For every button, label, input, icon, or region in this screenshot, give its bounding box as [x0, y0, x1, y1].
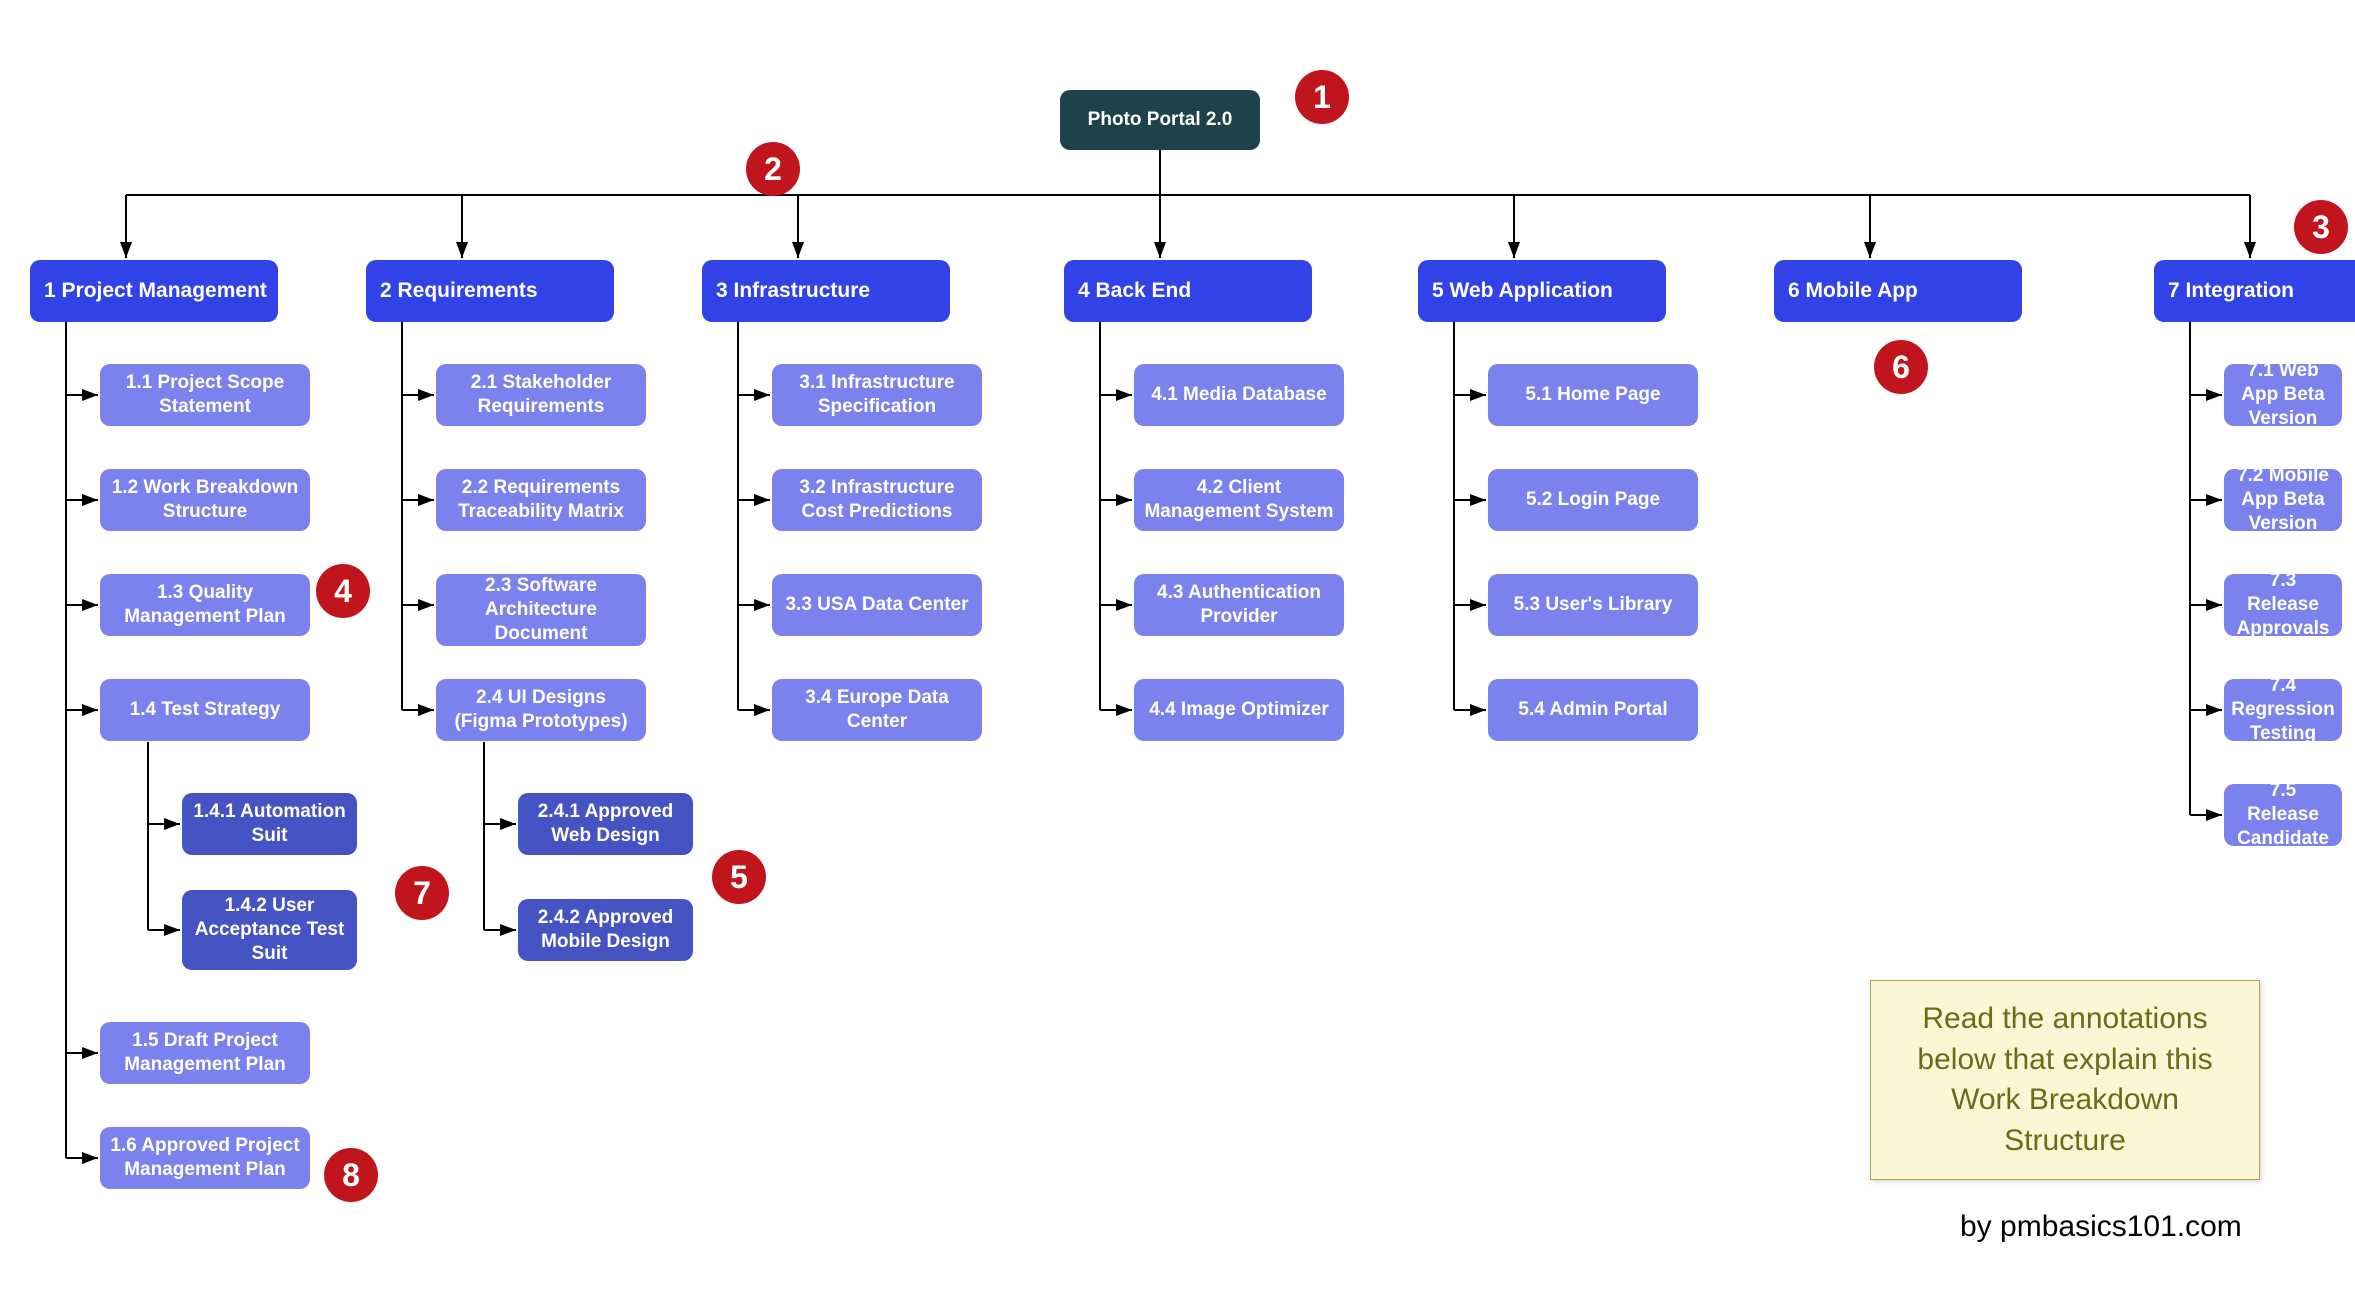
wbs-node-7-3: 7.3 Release Approvals — [2224, 574, 2342, 636]
wbs-node-1-3: 1.3 Quality Management Plan — [100, 574, 310, 636]
annotation-badge-7: 7 — [395, 866, 449, 920]
wbs-root: Photo Portal 2.0 — [1060, 90, 1260, 150]
wbs-node-2-2: 2.2 Requirements Traceability Matrix — [436, 469, 646, 531]
wbs-node-3-1: 3.1 Infrastructure Specification — [772, 364, 982, 426]
annotation-badge-1: 1 — [1295, 70, 1349, 124]
wbs-node-1-4-1: 1.4.1 Automation Suit — [182, 793, 357, 855]
annotation-badge-5: 5 — [712, 850, 766, 904]
wbs-node-5-2: 5.2 Login Page — [1488, 469, 1698, 531]
wbs-cat-3: 3 Infrastructure — [702, 260, 950, 322]
wbs-node-2-1: 2.1 Stakeholder Requirements — [436, 364, 646, 426]
wbs-node-3-3: 3.3 USA Data Center — [772, 574, 982, 636]
wbs-node-2-4-2: 2.4.2 Approved Mobile Design — [518, 899, 693, 961]
wbs-node-1-1: 1.1 Project Scope Statement — [100, 364, 310, 426]
wbs-node-4-4: 4.4 Image Optimizer — [1134, 679, 1344, 741]
annotation-badge-3: 3 — [2294, 200, 2348, 254]
wbs-node-1-5: 1.5 Draft Project Management Plan — [100, 1022, 310, 1084]
wbs-node-3-2: 3.2 Infrastructure Cost Predictions — [772, 469, 982, 531]
wbs-node-4-1: 4.1 Media Database — [1134, 364, 1344, 426]
wbs-cat-5: 5 Web Application — [1418, 260, 1666, 322]
wbs-node-4-3: 4.3 Authentication Provider — [1134, 574, 1344, 636]
annotation-note: Read the annotations below that explain … — [1870, 980, 2260, 1180]
wbs-node-5-4: 5.4 Admin Portal — [1488, 679, 1698, 741]
annotation-badge-2: 2 — [746, 142, 800, 196]
annotation-badge-8: 8 — [324, 1148, 378, 1202]
wbs-cat-1: 1 Project Management — [30, 260, 278, 322]
credit-text: by pmbasics101.com — [1960, 1210, 2242, 1244]
wbs-node-5-3: 5.3 User's Library — [1488, 574, 1698, 636]
wbs-cat-6: 6 Mobile App — [1774, 260, 2022, 322]
wbs-node-3-4: 3.4 Europe Data Center — [772, 679, 982, 741]
wbs-node-5-1: 5.1 Home Page — [1488, 364, 1698, 426]
wbs-node-7-1: 7.1 Web App Beta Version — [2224, 364, 2342, 426]
wbs-node-2-3: 2.3 Software Architecture Document — [436, 574, 646, 646]
wbs-node-1-4-2: 1.4.2 User Acceptance Test Suit — [182, 890, 357, 970]
wbs-cat-7: 7 Integration — [2154, 260, 2355, 322]
wbs-cat-2: 2 Requirements — [366, 260, 614, 322]
annotation-badge-4: 4 — [316, 564, 370, 618]
wbs-node-2-4: 2.4 UI Designs (Figma Prototypes) — [436, 679, 646, 741]
wbs-node-7-5: 7.5 Release Candidate — [2224, 784, 2342, 846]
wbs-node-1-4: 1.4 Test Strategy — [100, 679, 310, 741]
wbs-node-2-4-1: 2.4.1 Approved Web Design — [518, 793, 693, 855]
wbs-node-1-6: 1.6 Approved Project Management Plan — [100, 1127, 310, 1189]
wbs-node-4-2: 4.2 Client Management System — [1134, 469, 1344, 531]
wbs-node-7-4: 7.4 Regression Testing — [2224, 679, 2342, 741]
annotation-badge-6: 6 — [1874, 340, 1928, 394]
wbs-node-1-2: 1.2 Work Breakdown Structure — [100, 469, 310, 531]
wbs-node-7-2: 7.2 Mobile App Beta Version — [2224, 469, 2342, 531]
wbs-cat-4: 4 Back End — [1064, 260, 1312, 322]
